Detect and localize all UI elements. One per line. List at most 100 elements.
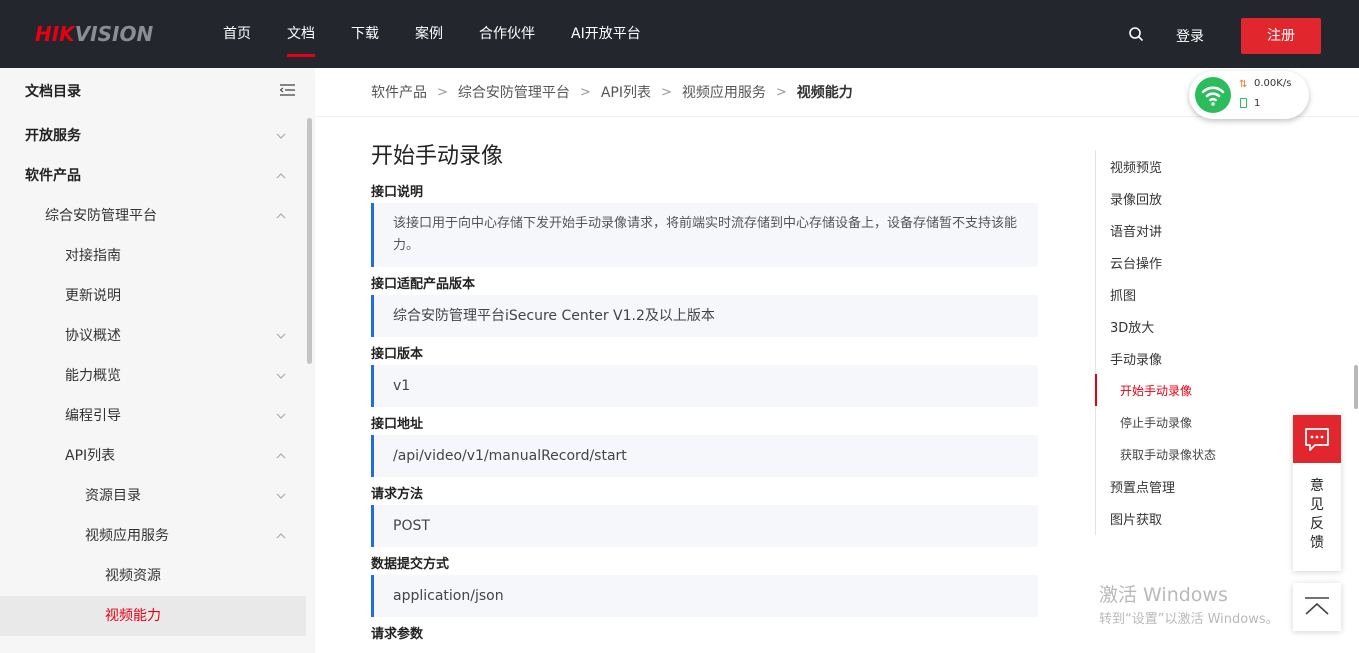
logo-vision-text: VISION — [74, 22, 154, 46]
chevron-down-icon — [276, 413, 286, 419]
section-label: 接口版本 — [371, 347, 424, 362]
sidebar-item-label: 资源目录 — [85, 488, 141, 504]
toc-active-marker — [1095, 374, 1097, 406]
doc-sidebar: 文档目录 开放服务 软件产品 综合安防管理平台 对接指南 更新说明 协议概述 能… — [0, 68, 315, 653]
breadcrumb-item[interactable]: 视频应用服务 — [682, 82, 766, 102]
section-label: 请求方法 — [371, 487, 424, 502]
breadcrumb-item[interactable]: 软件产品 — [371, 82, 427, 102]
section-label: 接口说明 — [371, 185, 424, 200]
chevron-right-icon: > — [775, 84, 787, 100]
back-to-top-button[interactable] — [1293, 583, 1341, 631]
section-label: 请求参数 — [371, 627, 424, 642]
page-scrollbar[interactable] — [1354, 365, 1358, 409]
sidebar-item-capability-overview[interactable]: 能力概览 — [0, 356, 306, 396]
section-label: 接口地址 — [371, 417, 424, 432]
search-icon[interactable] — [1128, 26, 1144, 42]
windows-activation-title: 激活 Windows — [1099, 584, 1228, 606]
toc-item[interactable]: 预置点管理 — [1110, 477, 1175, 496]
toc-item[interactable]: 云台操作 — [1110, 253, 1162, 272]
breadcrumb-item[interactable]: 综合安防管理平台 — [458, 82, 570, 102]
hikvision-logo[interactable]: HIKVISION — [35, 22, 153, 46]
network-speed-text: 0.00K/s — [1254, 78, 1292, 89]
page-toc: 视频预览 录像回放 语音对讲 云台操作 抓图 3D放大 手动录像 开始手动录像 … — [1095, 150, 1295, 535]
back-to-top-icon — [1305, 597, 1329, 615]
section-label: 数据提交方式 — [371, 557, 450, 572]
chevron-up-icon — [276, 213, 286, 219]
chevron-down-icon — [276, 333, 286, 339]
toc-item[interactable]: 3D放大 — [1110, 317, 1154, 336]
breadcrumb: 软件产品 > 综合安防管理平台 > API列表 > 视频应用服务 > 视频能力 — [371, 82, 853, 102]
nav-home[interactable]: 首页 — [205, 0, 269, 68]
toc-item[interactable]: 语音对讲 — [1110, 221, 1162, 240]
sidebar-item-label: 视频应用服务 — [85, 528, 169, 544]
sidebar-item-label: API列表 — [65, 448, 116, 464]
sidebar-scrollbar[interactable] — [307, 118, 312, 364]
breadcrumb-item[interactable]: API列表 — [601, 82, 651, 102]
toc-item[interactable]: 视频预览 — [1110, 157, 1162, 176]
top-navigation-bar: HIKVISION 首页 文档 下载 案例 合作伙伴 AI开放平台 登录 注册 — [0, 0, 1359, 68]
toc-item[interactable]: 录像回放 — [1110, 189, 1162, 208]
main-nav: 首页 文档 下载 案例 合作伙伴 AI开放平台 — [205, 0, 659, 68]
sidebar-item-label: 视频能力 — [105, 608, 161, 624]
sidebar-item-api-list[interactable]: API列表 — [0, 436, 306, 476]
sidebar-item-label: 能力概览 — [65, 368, 121, 384]
sidebar-item-programming-guide[interactable]: 编程引导 — [0, 396, 306, 436]
sidebar-item-software-products[interactable]: 软件产品 — [0, 156, 306, 196]
sidebar-title: 文档目录 — [25, 84, 81, 100]
chevron-up-icon — [276, 173, 286, 179]
chevron-up-icon — [276, 453, 286, 459]
sidebar-item-security-platform[interactable]: 综合安防管理平台 — [0, 196, 306, 236]
login-link[interactable]: 登录 — [1176, 26, 1204, 46]
chevron-down-icon — [276, 133, 286, 139]
sidebar-item-integration-guide[interactable]: 对接指南 — [0, 236, 306, 276]
section-value: 该接口用于向中心存储下发开始手动录像请求，将前端实时流存储到中心存储设备上，设备… — [371, 203, 1038, 267]
network-speed-widget[interactable]: ⇅ 0.00K/s 1 — [1189, 71, 1309, 119]
sidebar-item-changelog[interactable]: 更新说明 — [0, 276, 306, 316]
chevron-up-icon — [276, 533, 286, 539]
sidebar-item-open-services[interactable]: 开放服务 — [0, 116, 306, 156]
section-value: v1 — [371, 365, 1038, 407]
wifi-icon — [1195, 77, 1231, 113]
collapse-menu-icon[interactable] — [280, 84, 295, 96]
sidebar-item-protocol-overview[interactable]: 协议概述 — [0, 316, 306, 356]
page-title: 开始手动录像 — [371, 144, 504, 169]
nav-partners[interactable]: 合作伙伴 — [461, 0, 553, 68]
up-down-arrow-icon: ⇅ — [1239, 79, 1248, 90]
chevron-right-icon: > — [437, 84, 448, 100]
nav-docs[interactable]: 文档 — [269, 0, 333, 68]
sidebar-item-label: 视频资源 — [105, 568, 161, 584]
toc-item[interactable]: 手动录像 — [1110, 349, 1162, 368]
sidebar-item-label: 更新说明 — [65, 288, 121, 304]
sidebar-item-label: 协议概述 — [65, 328, 121, 344]
toc-item[interactable]: 抓图 — [1110, 285, 1136, 304]
register-button[interactable]: 注册 — [1241, 18, 1321, 54]
nav-download[interactable]: 下载 — [333, 0, 397, 68]
sidebar-item-label: 开放服务 — [25, 128, 81, 144]
sidebar-item-label: 综合安防管理平台 — [45, 208, 157, 224]
feedback-text: 意见反馈 — [1310, 478, 1324, 551]
sidebar-item-label: 编程引导 — [65, 408, 121, 424]
sidebar-item-video-capability[interactable]: 视频能力 — [0, 596, 306, 636]
chat-icon — [1293, 415, 1341, 463]
toc-item[interactable]: 停止手动录像 — [1120, 414, 1192, 431]
feedback-button[interactable]: 意见反馈 — [1293, 415, 1341, 571]
sidebar-item-video-app-service[interactable]: 视频应用服务 — [0, 516, 306, 556]
battery-icon — [1240, 98, 1247, 108]
logo-hik-text: HIK — [35, 22, 75, 46]
section-label: 接口适配产品版本 — [371, 277, 476, 292]
feedback-label: 意见反馈 — [1293, 477, 1341, 553]
toc-item[interactable]: 图片获取 — [1110, 509, 1162, 528]
section-value: 综合安防管理平台iSecure Center V1.2及以上版本 — [371, 295, 1038, 337]
sidebar-item-resource-directory[interactable]: 资源目录 — [0, 476, 306, 516]
toc-item[interactable]: 获取手动录像状态 — [1120, 446, 1216, 463]
nav-cases[interactable]: 案例 — [397, 0, 461, 68]
breadcrumb-current: 视频能力 — [796, 85, 853, 101]
chevron-down-icon — [276, 373, 286, 379]
chevron-right-icon: > — [579, 84, 591, 100]
sidebar-item-video-resources[interactable]: 视频资源 — [0, 556, 306, 596]
toc-item-active[interactable]: 开始手动录像 — [1120, 382, 1192, 399]
section-value: /api/video/v1/manualRecord/start — [371, 435, 1038, 477]
sidebar-item-label: 对接指南 — [65, 248, 121, 264]
network-count-text: 1 — [1254, 98, 1261, 109]
nav-ai-platform[interactable]: AI开放平台 — [553, 0, 659, 68]
